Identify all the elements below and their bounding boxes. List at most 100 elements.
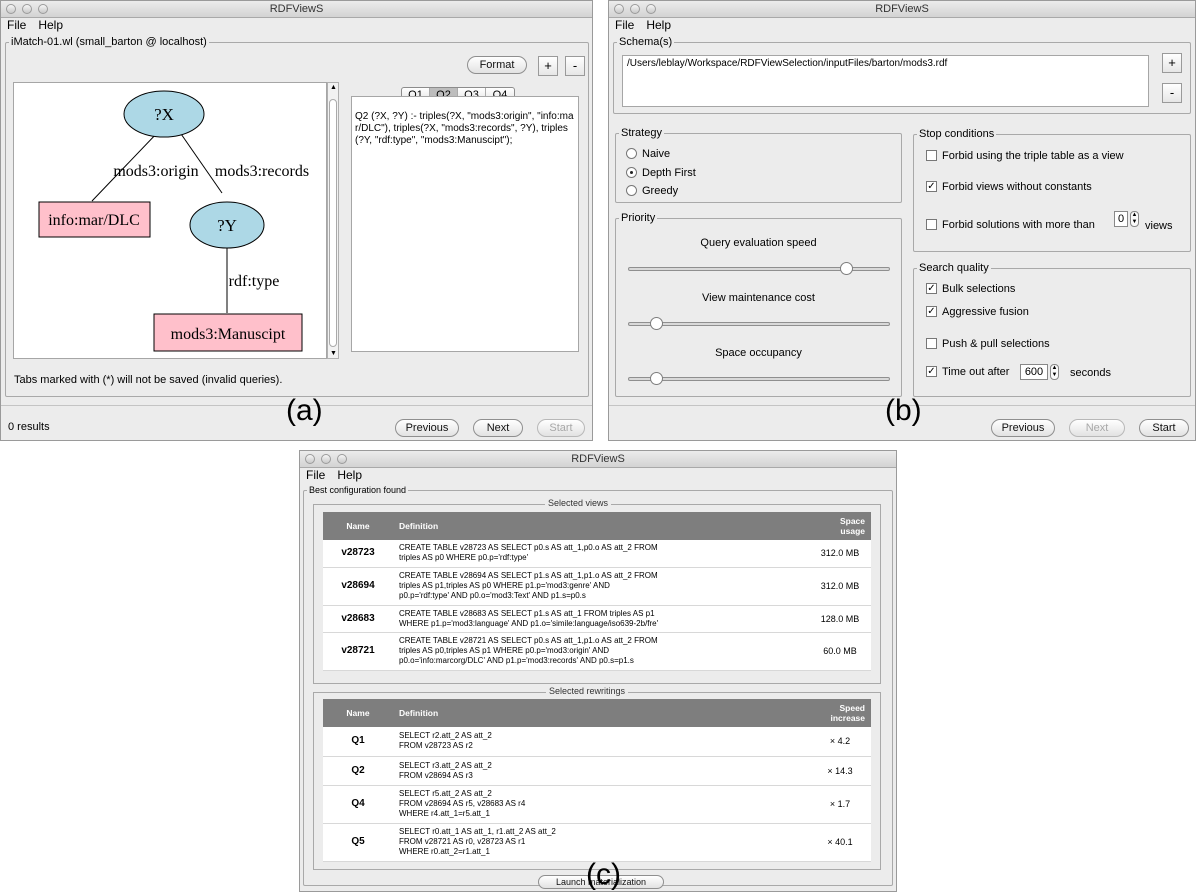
rewrite-name: Q5 xyxy=(323,823,393,862)
format-button[interactable]: Format xyxy=(467,56,527,74)
def-line: p0.o='info:marcorg/DLC' AND p1.p='mod3:r… xyxy=(399,656,634,665)
def-line: FROM v28694 AS r3 xyxy=(399,770,473,780)
menu-file[interactable]: File xyxy=(7,18,26,33)
timeout-stepper[interactable]: ▲ ▼ xyxy=(1050,364,1059,380)
menu-help[interactable]: Help xyxy=(646,18,671,33)
remove-schema-button[interactable]: - xyxy=(1162,83,1182,103)
def-line: CREATE TABLE v28683 AS SELECT p1.s AS at… xyxy=(399,608,655,618)
radio-greedy[interactable] xyxy=(626,185,637,196)
menu-file[interactable]: File xyxy=(615,18,634,33)
window-title: RDFViewS xyxy=(571,453,625,465)
edge-records xyxy=(178,130,223,194)
zoom-window-button[interactable] xyxy=(337,454,347,464)
scroll-down-icon[interactable]: ▼ xyxy=(330,350,337,357)
table-row[interactable]: v28721 CREATE TABLE v28721 AS SELECT p0.… xyxy=(323,632,871,671)
menu-file[interactable]: File xyxy=(306,468,325,483)
start-button[interactable]: Start xyxy=(537,419,585,437)
def-line: WHERE p1.p='mod3:language' AND p1.o='sim… xyxy=(399,618,659,628)
invalid-note: Tabs marked with (*) will not be saved (… xyxy=(14,374,283,386)
space-slider-knob[interactable] xyxy=(650,372,663,385)
max-views-input[interactable]: 0 xyxy=(1114,211,1128,227)
add-query-button[interactable]: + xyxy=(538,56,558,76)
selected-views-title: Selected views xyxy=(545,498,612,509)
speed-slider-knob[interactable] xyxy=(840,262,853,275)
minimize-window-button[interactable] xyxy=(22,4,32,14)
rewrite-definition: SELECT r5.att_2 AS att_2 FROM v28694 AS r… xyxy=(393,785,809,824)
def-line: SELECT r5.att_2 AS att_2 xyxy=(399,789,492,798)
table-row[interactable]: v28723 CREATE TABLE v28723 AS SELECT p0.… xyxy=(323,540,871,568)
maintenance-slider-knob[interactable] xyxy=(650,317,663,330)
radio-depth-first[interactable] xyxy=(626,167,637,178)
close-window-button[interactable] xyxy=(305,454,315,464)
table-row[interactable]: v28683 CREATE TABLE v28683 AS SELECT p1.… xyxy=(323,605,871,633)
rewrite-name: Q1 xyxy=(323,727,393,757)
view-name: v28723 xyxy=(323,540,393,568)
previous-button[interactable]: Previous xyxy=(991,419,1055,437)
start-button[interactable]: Start xyxy=(1139,419,1189,437)
slider-label-speed: Query evaluation speed xyxy=(700,237,817,249)
window-controls xyxy=(6,4,48,14)
space-slider[interactable] xyxy=(628,372,890,385)
timeout-checkbox[interactable]: ✓ xyxy=(926,366,937,377)
minimize-window-button[interactable] xyxy=(321,454,331,464)
menu-help[interactable]: Help xyxy=(337,468,362,483)
zoom-window-button[interactable] xyxy=(38,4,48,14)
next-button[interactable]: Next xyxy=(473,419,523,437)
edge-records-label: mods3:records xyxy=(215,163,309,180)
def-line: SELECT r3.att_2 AS att_2 xyxy=(399,760,492,770)
bulk-label: Bulk selections xyxy=(942,283,1016,295)
bulk-checkbox[interactable]: ✓ xyxy=(926,283,937,294)
titlebar: RDFViewS xyxy=(1,1,592,18)
view-space: 60.0 MB xyxy=(809,632,871,671)
next-button[interactable]: Next xyxy=(1069,419,1125,437)
push-pull-checkbox[interactable] xyxy=(926,338,937,349)
rewrite-speed: × 14.3 xyxy=(809,756,871,786)
radio-greedy-label: Greedy xyxy=(642,185,679,197)
views-header-row: Name Definition Space usage xyxy=(323,512,871,540)
add-schema-button[interactable]: + xyxy=(1162,53,1182,73)
close-window-button[interactable] xyxy=(614,4,624,14)
slider-label-maintenance: View maintenance cost xyxy=(702,292,815,304)
remove-query-button[interactable]: - xyxy=(565,56,585,76)
rewrite-definition: SELECT r0.att_1 AS att_1, r1.att_2 AS at… xyxy=(393,823,809,862)
menubar: File Help xyxy=(1,18,592,33)
schema-path: /Users/leblay/Workspace/RDFViewSelection… xyxy=(627,58,948,69)
max-views-stepper[interactable]: ▲ ▼ xyxy=(1130,211,1139,227)
table-row[interactable]: Q5 SELECT r0.att_1 AS att_1, r1.att_2 AS… xyxy=(323,823,871,862)
maintenance-slider[interactable] xyxy=(628,317,890,330)
previous-button[interactable]: Previous xyxy=(395,419,459,437)
rewritings-table: Name Definition Speed increase Q1 SELECT… xyxy=(323,699,871,862)
scrollbar-thumb[interactable] xyxy=(329,99,337,347)
zoom-window-button[interactable] xyxy=(646,4,656,14)
table-row[interactable]: Q1 SELECT r2.att_2 AS att_2 FROM v28723 A… xyxy=(323,727,871,757)
query-text-area[interactable]: Q2 (?X, ?Y) :- triples(?X, "mods3:origin… xyxy=(351,96,579,352)
table-row[interactable]: v28694 CREATE TABLE v28694 AS SELECT p1.… xyxy=(323,567,871,606)
col-space: Space usage xyxy=(809,512,871,540)
close-window-button[interactable] xyxy=(6,4,16,14)
caption-c: (c) xyxy=(586,858,621,891)
edge-origin-label: mods3:origin xyxy=(113,163,198,180)
rewrite-speed: × 40.1 xyxy=(809,823,871,862)
best-config-label: Best configuration found xyxy=(307,483,409,497)
forbid-constants-checkbox[interactable]: ✓ xyxy=(926,181,937,192)
graph-scrollbar[interactable]: ▲ ▼ xyxy=(327,82,339,359)
speed-slider[interactable] xyxy=(628,262,890,275)
query-text: Q2 (?X, ?Y) :- triples(?X, "mods3:origin… xyxy=(355,111,574,146)
view-name: v28683 xyxy=(323,605,393,633)
menubar: File Help xyxy=(609,18,1195,33)
fusion-checkbox[interactable]: ✓ xyxy=(926,306,937,317)
scroll-up-icon[interactable]: ▲ xyxy=(330,84,337,91)
minimize-window-button[interactable] xyxy=(630,4,640,14)
table-row[interactable]: Q4 SELECT r5.att_2 AS att_2 FROM v28694 A… xyxy=(323,785,871,824)
node-y-label: ?Y xyxy=(217,216,237,235)
radio-naive[interactable] xyxy=(626,148,637,159)
schema-list[interactable]: /Users/leblay/Workspace/RDFViewSelection… xyxy=(622,55,1149,107)
titlebar: RDFViewS xyxy=(300,451,896,468)
forbid-solutions-checkbox[interactable] xyxy=(926,219,937,230)
menu-help[interactable]: Help xyxy=(38,18,63,33)
forbid-triple-checkbox[interactable] xyxy=(926,150,937,161)
result-count: 0 results xyxy=(8,421,50,433)
def-line: CREATE TABLE v28723 AS SELECT p0.s AS at… xyxy=(399,543,658,553)
table-row[interactable]: Q2 SELECT r3.att_2 AS att_2 FROM v28694 A… xyxy=(323,756,871,786)
timeout-input[interactable]: 600 xyxy=(1020,364,1048,380)
